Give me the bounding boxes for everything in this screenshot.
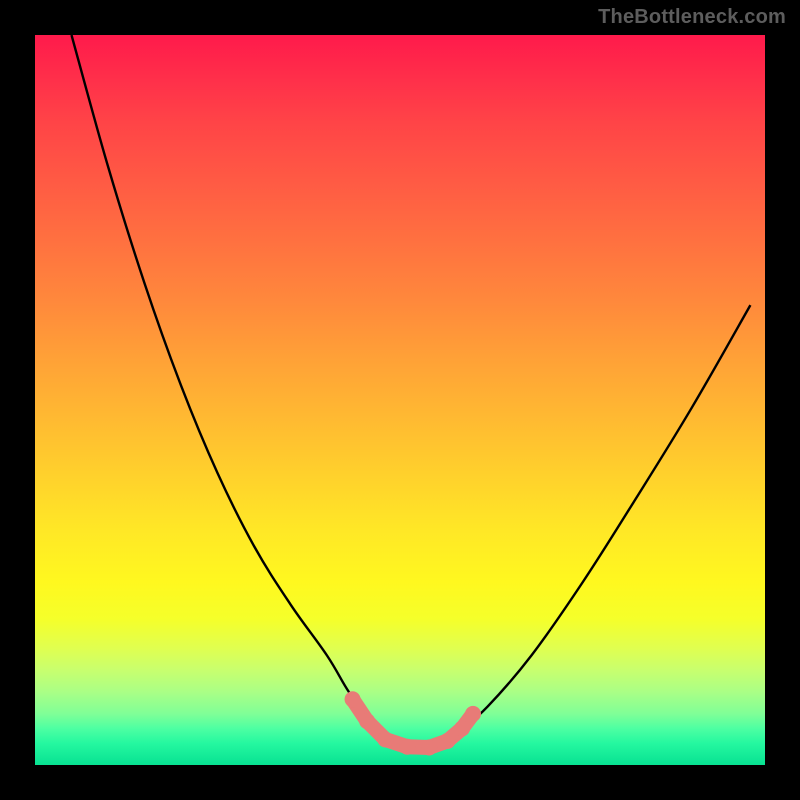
curve-layer [35, 35, 765, 765]
bottleneck-curve [72, 35, 751, 749]
data-marker [399, 739, 415, 755]
watermark-text: TheBottleneck.com [598, 6, 786, 29]
data-marker [345, 691, 361, 707]
data-marker [377, 731, 393, 747]
chart-frame: TheBottleneck.com [0, 0, 800, 800]
data-marker [359, 713, 375, 729]
data-marker [421, 739, 437, 755]
curve-group [72, 35, 751, 749]
marker-group [345, 691, 481, 755]
plot-area [35, 35, 765, 765]
data-marker [439, 733, 455, 749]
data-marker [454, 721, 470, 737]
data-marker [465, 706, 481, 722]
